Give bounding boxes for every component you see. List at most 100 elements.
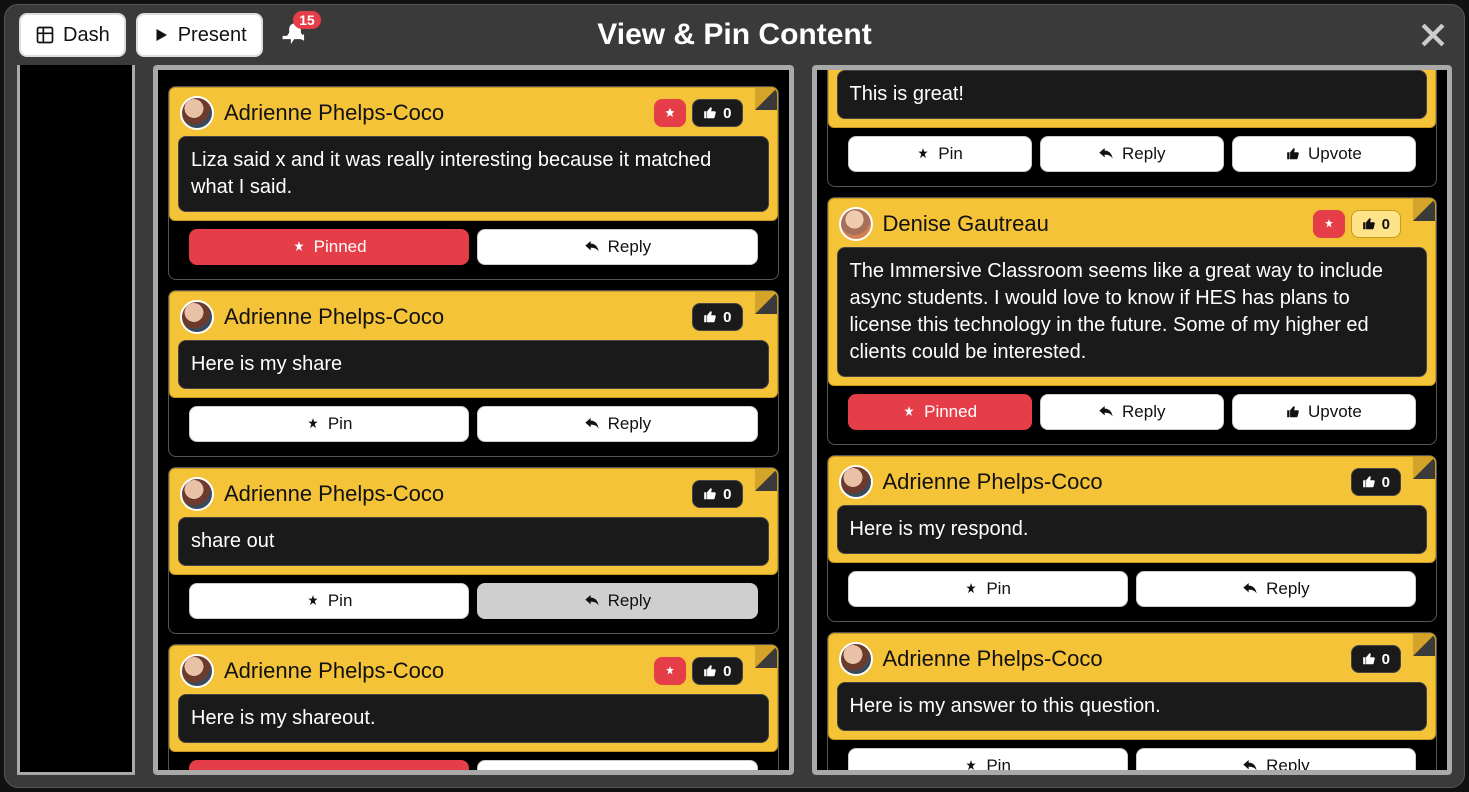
upvote-count[interactable]: 0 <box>692 657 742 685</box>
pinned-button[interactable]: Pinned <box>189 760 469 775</box>
reply-button[interactable]: Reply <box>477 406 757 442</box>
post-badges: 0 <box>654 657 742 685</box>
reply-label: Reply <box>1266 579 1309 599</box>
notification-badge: 15 <box>293 11 321 29</box>
upvote-label: Upvote <box>1308 144 1362 164</box>
post-actions: Pinned Reply <box>169 760 778 775</box>
reply-button[interactable]: Reply <box>1040 394 1224 430</box>
upvote-count[interactable]: 0 <box>1351 210 1401 238</box>
pinned-button[interactable]: Pinned <box>848 394 1032 430</box>
post-author: Adrienne Phelps-Coco <box>224 481 444 507</box>
reply-label: Reply <box>608 414 651 434</box>
pinned-label: Pinned <box>314 237 367 257</box>
post-card: Adrienne Phelps-Coco 0 share out Pin <box>168 467 779 634</box>
post-head: Adrienne Phelps-Coco 0 <box>833 461 1432 503</box>
post-badges: 0 <box>1351 468 1401 496</box>
grid-icon <box>35 25 55 45</box>
avatar <box>180 300 214 334</box>
avatar <box>839 207 873 241</box>
post-header-block: This is great! <box>828 65 1437 128</box>
avatar <box>839 465 873 499</box>
close-button[interactable] <box>1416 18 1450 52</box>
topbar-left: Dash Present 15 <box>19 13 309 57</box>
post-card: Adrienne Phelps-Coco 0 Here is my shareo… <box>168 644 779 775</box>
post-body: Here is my answer to this question. <box>837 682 1428 731</box>
post-author: Adrienne Phelps-Coco <box>224 100 444 126</box>
post-body: Here is my share <box>178 340 769 389</box>
upvote-count[interactable]: 0 <box>1351 645 1401 673</box>
upvote-count[interactable]: 0 <box>692 303 742 331</box>
post-actions: Pin Reply <box>169 583 778 619</box>
post-author: Denise Gautreau <box>883 211 1049 237</box>
post-badges: 0 <box>692 303 742 331</box>
upvote-value: 0 <box>1382 651 1390 668</box>
post-head: Adrienne Phelps-Coco 0 <box>174 473 773 515</box>
post-badges: 0 <box>654 99 742 127</box>
post-card: Adrienne Phelps-Coco 0 Here is my respon… <box>827 455 1438 622</box>
notifications-button[interactable]: 15 <box>281 21 309 49</box>
pinned-button[interactable]: Pinned <box>189 229 469 265</box>
post-head <box>833 65 1432 68</box>
post-body: The Immersive Classroom seems like a gre… <box>837 247 1428 377</box>
left-spacer-panel <box>17 65 135 775</box>
avatar <box>180 477 214 511</box>
post-card: This is great! Pin Reply Upvote <box>827 65 1438 187</box>
upvote-value: 0 <box>723 663 731 680</box>
present-button[interactable]: Present <box>136 13 263 57</box>
post-actions: Pin Reply <box>828 748 1437 775</box>
pinned-badge <box>654 657 686 685</box>
pinned-label: Pinned <box>924 402 977 422</box>
reply-button[interactable]: Reply <box>477 229 757 265</box>
pin-label: Pin <box>986 579 1011 599</box>
post-badges: 0 <box>1351 645 1401 673</box>
post-card: Adrienne Phelps-Coco 0 Here is my share <box>168 290 779 457</box>
reply-label: Reply <box>608 237 651 257</box>
upvote-count[interactable]: 0 <box>692 99 742 127</box>
pin-button[interactable]: Pin <box>189 583 469 619</box>
pin-button[interactable]: Pin <box>848 571 1128 607</box>
pinned-badge <box>654 99 686 127</box>
upvote-label: Upvote <box>1308 402 1362 422</box>
dash-button[interactable]: Dash <box>19 13 126 57</box>
reply-button[interactable]: Reply <box>477 583 757 619</box>
pin-button[interactable]: Pin <box>848 748 1128 775</box>
upvote-count[interactable]: 0 <box>692 480 742 508</box>
present-label: Present <box>178 24 247 47</box>
reply-label: Reply <box>608 591 651 611</box>
post-header-block: Adrienne Phelps-Coco 0 Here is my respon… <box>828 456 1437 563</box>
post-header-block: Adrienne Phelps-Coco 0 Here is my share <box>169 291 778 398</box>
upvote-value: 0 <box>723 309 731 326</box>
post-body: share out <box>178 517 769 566</box>
post-header-block: Adrienne Phelps-Coco 0 Here is my shareo… <box>169 645 778 752</box>
modal: Dash Present 15 View & Pin Content <box>4 4 1465 788</box>
pin-label: Pin <box>986 756 1011 775</box>
post-body: This is great! <box>837 70 1428 119</box>
upvote-value: 0 <box>1382 474 1390 491</box>
post-author: Adrienne Phelps-Coco <box>883 646 1103 672</box>
post-header-block: Denise Gautreau 0 The Immersive Classroo… <box>828 198 1437 386</box>
avatar <box>839 642 873 676</box>
reply-label: Reply <box>608 768 651 775</box>
post-actions: Pin Reply <box>828 571 1437 607</box>
post-body: Here is my shareout. <box>178 694 769 743</box>
avatar <box>180 96 214 130</box>
upvote-button[interactable]: Upvote <box>1232 394 1416 430</box>
pin-button[interactable]: Pin <box>848 136 1032 172</box>
left-column[interactable]: Adrienne Phelps-Coco 0 Liza said x and i… <box>153 65 794 775</box>
upvote-button[interactable]: Upvote <box>1232 136 1416 172</box>
right-column[interactable]: This is great! Pin Reply Upvote <box>812 65 1453 775</box>
post-head: Denise Gautreau 0 <box>833 203 1432 245</box>
reply-button[interactable]: Reply <box>1040 136 1224 172</box>
upvote-count[interactable]: 0 <box>1351 468 1401 496</box>
reply-label: Reply <box>1122 144 1165 164</box>
reply-label: Reply <box>1122 402 1165 422</box>
reply-button[interactable]: Reply <box>1136 571 1416 607</box>
post-body: Liza said x and it was really interestin… <box>178 136 769 212</box>
post-badges: 0 <box>692 480 742 508</box>
pin-label: Pin <box>938 144 963 164</box>
reply-button[interactable]: Reply <box>1136 748 1416 775</box>
post-card: Adrienne Phelps-Coco 0 Liza said x and i… <box>168 86 779 280</box>
content: Adrienne Phelps-Coco 0 Liza said x and i… <box>5 65 1464 787</box>
pin-button[interactable]: Pin <box>189 406 469 442</box>
reply-button[interactable]: Reply <box>477 760 757 775</box>
